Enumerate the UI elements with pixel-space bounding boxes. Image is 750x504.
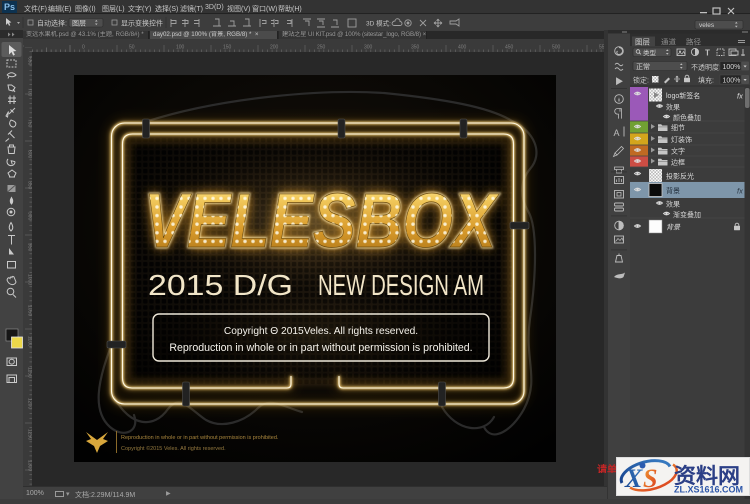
svg-text:S: S: [643, 464, 657, 493]
svg-text:灯装饰: 灯装饰: [671, 135, 692, 144]
svg-text:700: 700: [27, 88, 33, 97]
svg-text:800: 800: [27, 150, 33, 159]
svg-text:细节: 细节: [671, 123, 685, 132]
svg-text:文字: 文字: [671, 147, 685, 156]
svg-text:150: 150: [223, 45, 232, 51]
svg-text:图层: 图层: [635, 38, 650, 47]
svg-text:1200: 1200: [27, 398, 33, 409]
svg-text:450: 450: [505, 45, 514, 51]
svg-text:400: 400: [458, 45, 467, 51]
svg-text:类型: 类型: [643, 48, 657, 57]
svg-text:X: X: [624, 464, 643, 493]
svg-text:200: 200: [270, 45, 279, 51]
svg-text:50: 50: [129, 45, 135, 51]
svg-text:显示变换控件: 显示变换控件: [121, 19, 163, 28]
svg-text:Reproduction in whole or in pa: Reproduction in whole or in part without…: [121, 435, 279, 441]
svg-text:Copyright ©2015 Veles. All rig: Copyright ©2015 Veles. All rights reserv…: [121, 445, 226, 452]
svg-text:650: 650: [27, 57, 33, 66]
svg-text:fx: fx: [737, 92, 743, 101]
svg-text:NEW DESIGN AM: NEW DESIGN AM: [318, 270, 484, 302]
svg-text:T: T: [705, 49, 710, 58]
svg-text:自动选择:: 自动选择:: [37, 19, 67, 28]
svg-text:750: 750: [27, 119, 33, 128]
svg-text:背景: 背景: [666, 224, 681, 232]
svg-text:0: 0: [82, 45, 85, 51]
svg-text:500: 500: [552, 45, 561, 51]
svg-text:350: 350: [411, 45, 420, 51]
svg-text:2015 D/G: 2015 D/G: [148, 270, 293, 302]
svg-text:850: 850: [27, 181, 33, 190]
svg-text:背景: 背景: [666, 186, 680, 195]
svg-text:1050: 1050: [27, 305, 33, 316]
svg-text:投影反光: 投影反光: [666, 172, 694, 181]
svg-text:fx: fx: [737, 187, 743, 196]
svg-text:图层: 图层: [72, 20, 86, 28]
svg-text:300: 300: [364, 45, 373, 51]
svg-text:VELESBOX: VELESBOX: [144, 178, 500, 264]
svg-text:渐变叠加: 渐变叠加: [673, 210, 701, 219]
svg-text:1250: 1250: [27, 429, 33, 440]
svg-text:100%: 100%: [723, 64, 741, 71]
svg-text:边框: 边框: [671, 158, 685, 167]
svg-text:250: 250: [317, 45, 326, 51]
svg-text:logo新签名: logo新签名: [666, 91, 700, 100]
svg-text:锁定:: 锁定:: [633, 76, 649, 85]
svg-text:通道: 通道: [661, 37, 676, 47]
svg-text:效果: 效果: [666, 103, 680, 112]
svg-text:颜色叠加: 颜色叠加: [673, 113, 701, 122]
svg-text:1000: 1000: [27, 274, 33, 285]
svg-text:Copyright Θ 2015Veles. All rig: Copyright Θ 2015Veles. All rights reserv…: [224, 326, 418, 337]
svg-text:效果: 效果: [666, 200, 680, 209]
svg-text:1150: 1150: [27, 367, 33, 378]
svg-text:1300: 1300: [27, 460, 33, 471]
svg-text:900: 900: [27, 212, 33, 221]
svg-text:3D 模式:: 3D 模式:: [366, 19, 391, 28]
svg-text:Reproduction in whole or in pa: Reproduction in whole or in part without…: [169, 342, 472, 354]
svg-text:950: 950: [27, 243, 33, 252]
svg-text:路径: 路径: [686, 37, 701, 47]
svg-text:A: A: [614, 128, 620, 138]
svg-text:1100: 1100: [27, 336, 33, 347]
svg-text:填充:: 填充:: [698, 76, 714, 85]
svg-text:ZL.XS1616.COM: ZL.XS1616.COM: [674, 485, 743, 496]
svg-text:veles: veles: [699, 22, 715, 29]
svg-text:不透明度:: 不透明度:: [691, 63, 721, 72]
svg-text:正常: 正常: [636, 62, 650, 71]
svg-text:100%: 100%: [723, 78, 741, 85]
svg-text:100: 100: [176, 45, 185, 51]
